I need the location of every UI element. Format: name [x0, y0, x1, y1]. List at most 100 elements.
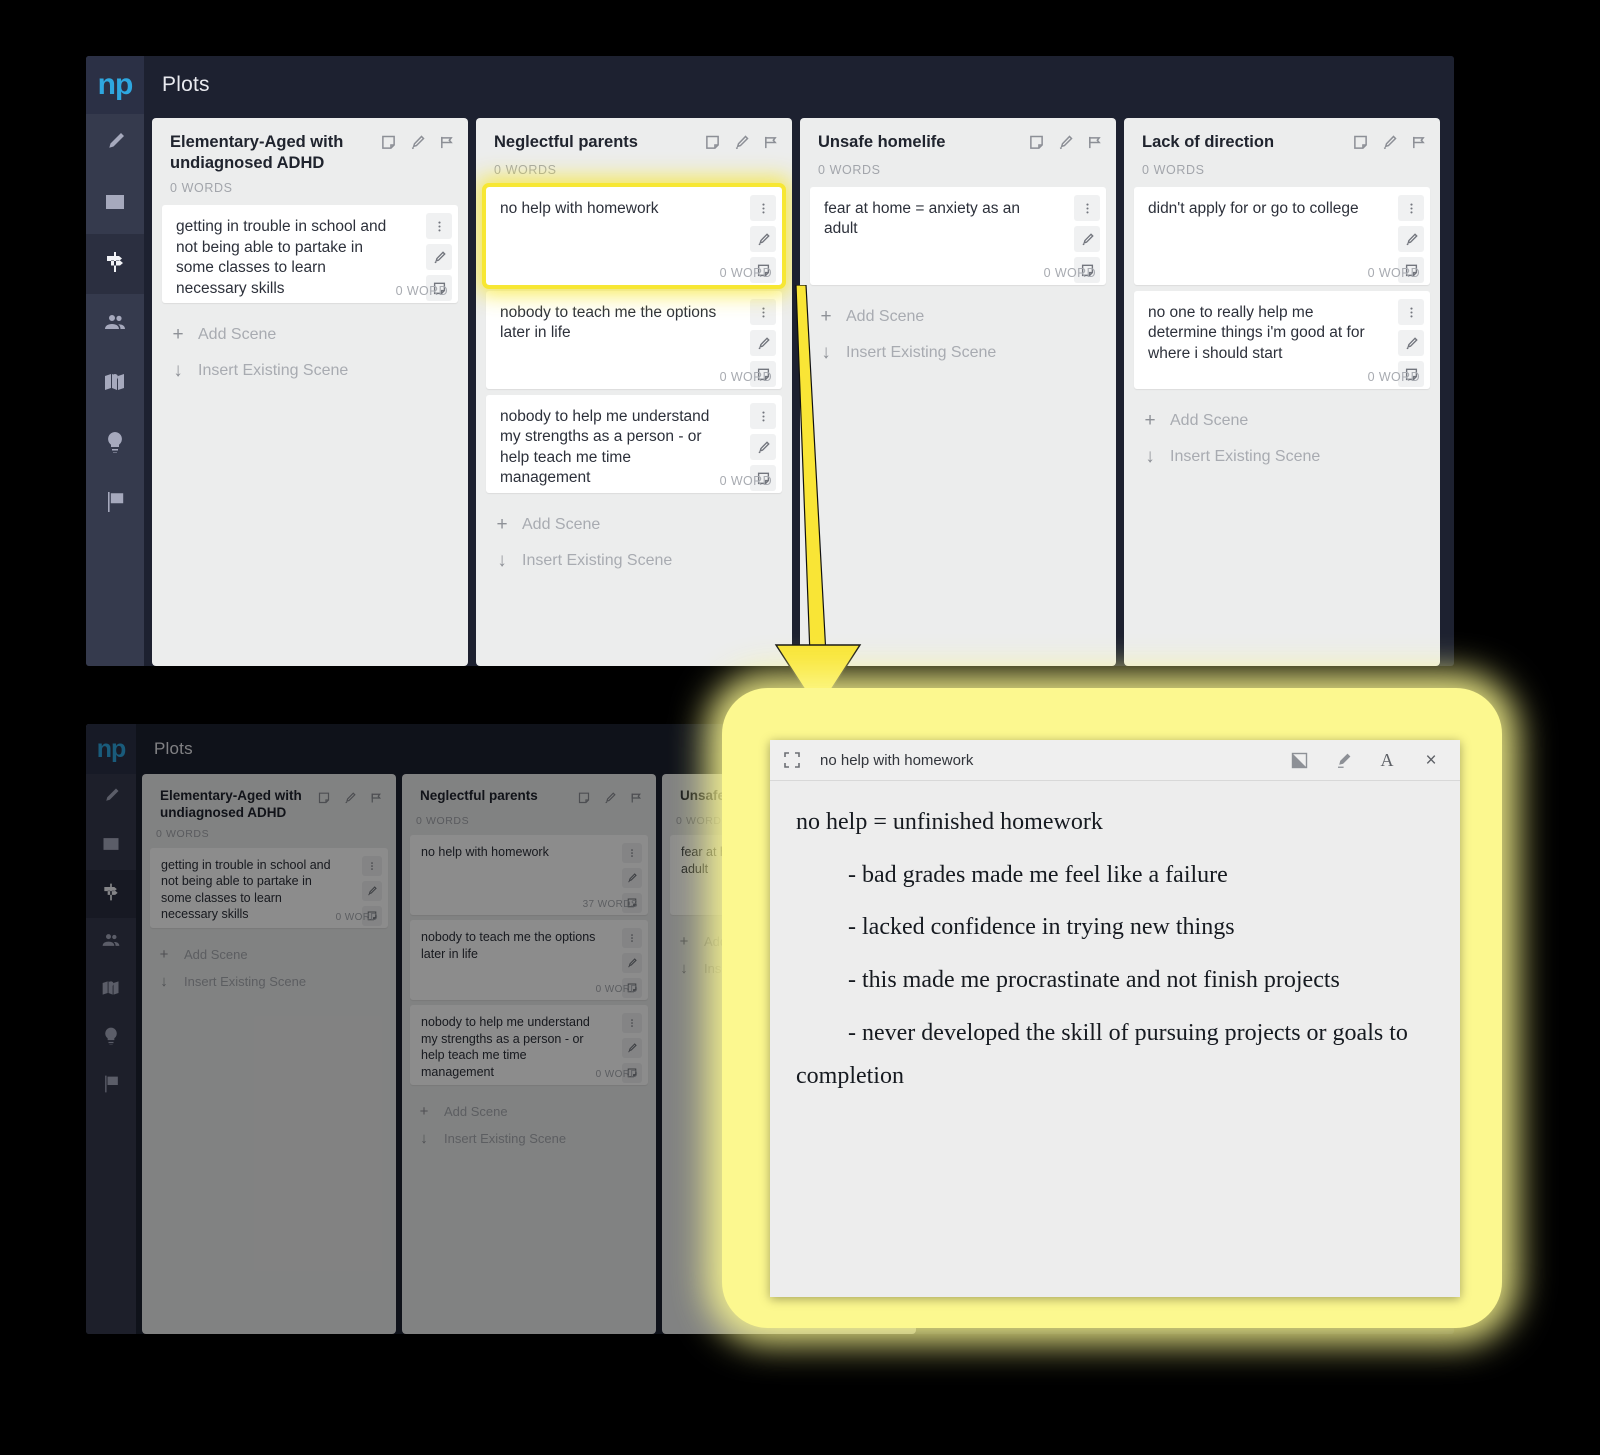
scene-card[interactable]: getting in trouble in school and not bei…	[150, 847, 388, 928]
insert-existing-scene-button[interactable]: ↓ Insert Existing Scene	[142, 968, 396, 995]
scene-editor-body[interactable]: no help = unfinished homework - bad grad…	[770, 781, 1460, 1097]
plot-column: Neglectful parents 0 WORDS no help with ho…	[476, 118, 792, 666]
plot-column-actions: + Add Scene ↓ Insert Existing Scene	[800, 291, 1116, 375]
more-options-icon[interactable]	[750, 403, 776, 429]
insert-existing-scene-button[interactable]: ↓ Insert Existing Scene	[1124, 439, 1440, 475]
scene-card[interactable]: no one to really help me determine thing…	[1134, 291, 1430, 389]
note-icon[interactable]	[578, 791, 590, 809]
people-icon	[103, 310, 127, 339]
scene-card[interactable]: didn't apply for or go to college 0 WORD	[1134, 187, 1430, 285]
scene-card[interactable]: fear at home = anxiety as an adult 0 WORD	[810, 187, 1106, 285]
pen-nib-icon[interactable]	[1074, 226, 1100, 252]
plot-column-title: Lack of direction	[1142, 133, 1275, 151]
pen-nib-icon[interactable]	[622, 953, 642, 973]
flag-icon[interactable]	[1411, 135, 1426, 155]
flag-icon[interactable]	[763, 135, 778, 155]
more-options-icon[interactable]	[750, 299, 776, 325]
add-scene-button[interactable]: + Add Scene	[402, 1098, 656, 1125]
pen-nib-icon[interactable]	[734, 135, 749, 155]
sidebar-item-plots-bottom[interactable]	[86, 870, 136, 918]
pen-nib-icon[interactable]	[410, 135, 425, 155]
pen-nib-icon[interactable]	[604, 791, 616, 809]
sidebar-item-characters[interactable]	[86, 294, 144, 354]
sidebar-item-ideas[interactable]	[86, 414, 144, 474]
insert-existing-scene-button[interactable]: ↓ Insert Existing Scene	[476, 543, 792, 579]
add-scene-button[interactable]: + Add Scene	[1124, 403, 1440, 439]
more-options-icon[interactable]	[622, 843, 642, 863]
scene-card[interactable]: nobody to help me understand my strength…	[486, 395, 782, 493]
sidebar-item-places-bottom[interactable]	[86, 966, 136, 1014]
app-logo-text: np	[97, 68, 134, 101]
app-logo-bottom[interactable]: np	[86, 724, 136, 774]
pen-nib-icon[interactable]	[750, 434, 776, 460]
plot-column-word-count: 0 WORDS	[156, 827, 210, 840]
add-scene-button[interactable]: + Add Scene	[152, 317, 468, 353]
insert-existing-scene-button[interactable]: ↓ Insert Existing Scene	[800, 335, 1116, 371]
pen-nib-icon[interactable]	[622, 1038, 642, 1058]
close-icon[interactable]: ×	[1422, 751, 1440, 770]
sidebar-item-outline[interactable]	[86, 174, 144, 234]
flag-icon[interactable]	[1087, 135, 1102, 155]
people-icon	[101, 930, 121, 955]
more-options-icon[interactable]	[622, 1013, 642, 1033]
sidebar-item-characters-bottom[interactable]	[86, 918, 136, 966]
scene-card[interactable]: nobody to teach me the options later in …	[486, 291, 782, 389]
scene-card[interactable]: no help with homework 37 WORDS	[410, 835, 648, 915]
more-options-icon[interactable]	[426, 213, 452, 240]
lightbulb-icon	[103, 430, 127, 459]
highlighter-icon[interactable]	[1334, 751, 1352, 769]
pen-nib-icon[interactable]	[750, 226, 776, 252]
add-scene-button[interactable]: + Add Scene	[800, 299, 1116, 335]
sidebar-item-goals[interactable]	[86, 474, 144, 534]
plots-window-top: np Plots Elementary-Aged with undiagnose…	[86, 56, 1454, 666]
note-icon[interactable]	[1029, 135, 1044, 155]
more-options-icon[interactable]	[1398, 195, 1424, 221]
pen-nib-icon[interactable]	[426, 244, 452, 271]
sidebar-item-ideas-bottom[interactable]	[86, 1014, 136, 1062]
pen-nib-icon[interactable]	[344, 791, 356, 809]
insert-existing-scene-button[interactable]: ↓ Insert Existing Scene	[402, 1125, 656, 1152]
down-arrow-icon: ↓	[497, 550, 507, 571]
sidebar-item-write[interactable]	[86, 114, 144, 174]
down-arrow-icon: ↓	[420, 1130, 428, 1147]
more-options-icon[interactable]	[362, 855, 382, 876]
insert-existing-scene-button[interactable]: ↓ Insert Existing Scene	[152, 353, 468, 389]
pen-nib-icon[interactable]	[362, 880, 382, 901]
sidebar-item-places[interactable]	[86, 354, 144, 414]
sidebar-item-outline-bottom[interactable]	[86, 822, 136, 870]
pen-nib-icon[interactable]	[1058, 135, 1073, 155]
note-icon[interactable]	[1353, 135, 1368, 155]
pen-nib-icon[interactable]	[750, 330, 776, 356]
pen-nib-icon[interactable]	[1398, 330, 1424, 356]
plot-column: Elementary-Aged with undiagnosed ADHD 0 W…	[152, 118, 468, 666]
note-icon[interactable]	[318, 791, 330, 809]
flag-icon[interactable]	[630, 791, 642, 809]
no-highlight-icon[interactable]	[1290, 751, 1308, 769]
pen-nib-icon[interactable]	[1382, 135, 1397, 155]
sidebar-item-goals-bottom[interactable]	[86, 1062, 136, 1110]
more-options-icon[interactable]	[1074, 195, 1100, 221]
flag-icon[interactable]	[439, 135, 454, 155]
add-scene-button[interactable]: + Add Scene	[476, 507, 792, 543]
note-icon[interactable]	[381, 135, 396, 155]
sidebar-item-plots[interactable]	[86, 234, 144, 294]
app-logo[interactable]: np	[86, 56, 144, 114]
more-options-icon[interactable]	[622, 928, 642, 948]
pen-nib-icon[interactable]	[622, 868, 642, 888]
down-arrow-icon: ↓	[173, 360, 183, 382]
expand-icon[interactable]	[784, 752, 800, 768]
sidebar-item-write-bottom[interactable]	[86, 774, 136, 822]
add-scene-button[interactable]: + Add Scene	[142, 941, 396, 968]
note-icon[interactable]	[705, 135, 720, 155]
more-options-icon[interactable]	[750, 195, 776, 221]
flag-icon[interactable]	[370, 791, 382, 809]
pen-nib-icon[interactable]	[1398, 226, 1424, 252]
text-format-icon[interactable]: A	[1378, 750, 1396, 770]
editor-bullet: - lacked confidence in trying new things	[848, 914, 1235, 941]
scene-card-word-count: 0 WORD	[1043, 266, 1096, 280]
more-options-icon[interactable]	[1398, 299, 1424, 325]
scene-card[interactable]: getting in trouble in school and not bei…	[162, 205, 458, 304]
scene-card[interactable]: nobody to help me understand my strength…	[410, 1005, 648, 1085]
scene-card[interactable]: no help with homework 0 WORD	[482, 183, 786, 289]
scene-card[interactable]: nobody to teach me the options later in …	[410, 920, 648, 1000]
